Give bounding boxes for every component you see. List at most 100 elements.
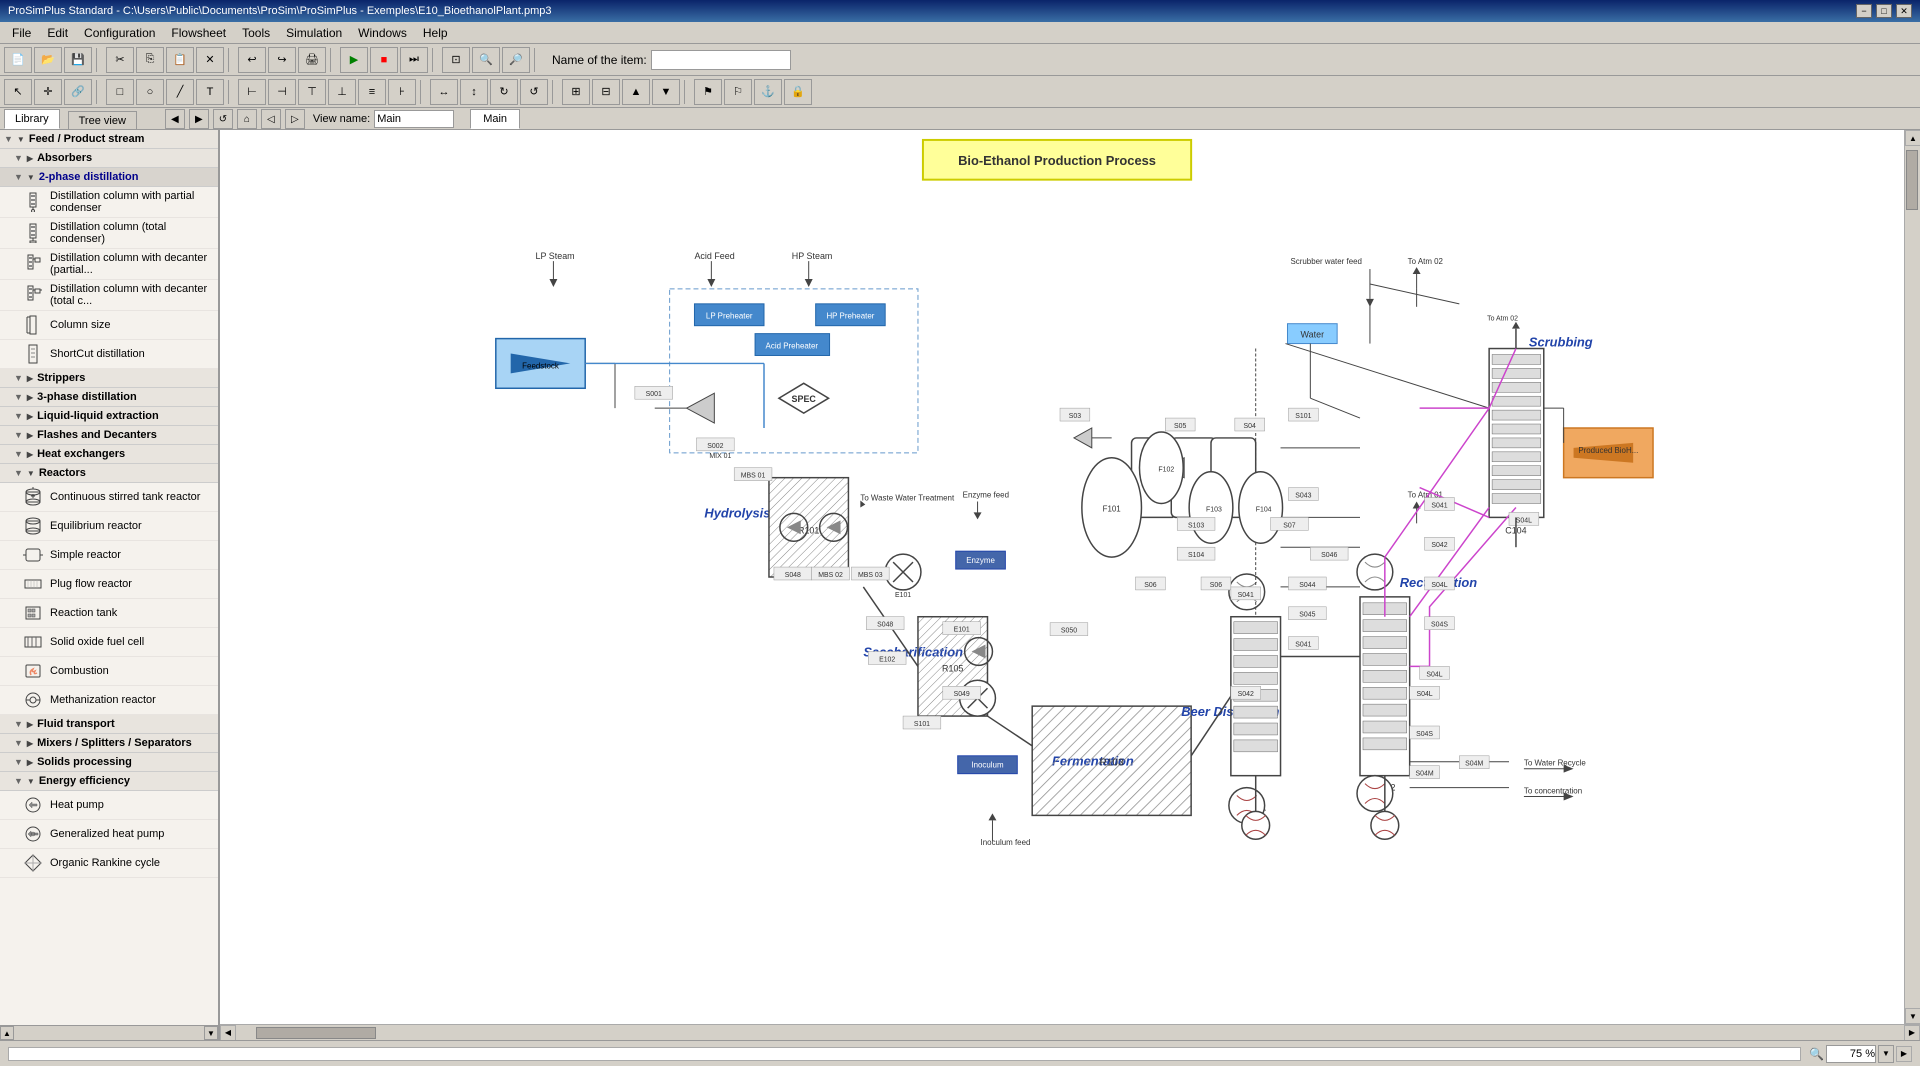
sidebar-scroll-up[interactable]: ▲ — [0, 1026, 14, 1040]
anchor-button[interactable]: ⚓ — [754, 79, 782, 105]
category-fluid-transport[interactable]: ▶ Fluid transport — [0, 715, 218, 734]
zoom-input[interactable]: 75 % — [1826, 1045, 1876, 1063]
category-2phase[interactable]: ▼ 2-phase distillation — [0, 168, 218, 187]
canvas-vscroll[interactable]: ▲ ▼ — [1904, 130, 1920, 1024]
hscroll-thumb[interactable] — [256, 1027, 376, 1039]
nav-back-button[interactable]: ◀ — [165, 109, 185, 129]
stop-button[interactable]: ■ — [370, 47, 398, 73]
menu-help[interactable]: Help — [415, 22, 456, 44]
zoom-dropdown-button[interactable]: ▼ — [1878, 1045, 1894, 1063]
sidebar-content[interactable]: ▼ Feed / Product stream ▶ Absorbers ▼ 2-… — [0, 130, 218, 1025]
menu-windows[interactable]: Windows — [350, 22, 415, 44]
align-mid-button[interactable]: ≡ — [358, 79, 386, 105]
nav-forward-button[interactable]: ▶ — [189, 109, 209, 129]
main-tab[interactable]: Main — [470, 109, 520, 129]
rect-button[interactable]: □ — [106, 79, 134, 105]
vscroll-down-arrow[interactable]: ▼ — [1905, 1008, 1920, 1024]
step-button[interactable]: ⏭ — [400, 47, 428, 73]
menu-flowsheet[interactable]: Flowsheet — [163, 22, 234, 44]
category-reactors[interactable]: ▼ Reactors — [0, 464, 218, 483]
sidebar-item-methanation[interactable]: Methanization reactor — [0, 686, 218, 715]
category-3phase[interactable]: ▶ 3-phase distillation — [0, 388, 218, 407]
align-center-button[interactable]: ⊣ — [268, 79, 296, 105]
category-mixers[interactable]: ▶ Mixers / Splitters / Separators — [0, 734, 218, 753]
back-button[interactable]: ▼ — [652, 79, 680, 105]
rotate-ccw-button[interactable]: ↺ — [520, 79, 548, 105]
sidebar-item-cstr[interactable]: Continuous stirred tank reactor — [0, 483, 218, 512]
category-flashes[interactable]: ▶ Flashes and Decanters — [0, 426, 218, 445]
flip-v-button[interactable]: ↕ — [460, 79, 488, 105]
copy-button[interactable]: ⎘ — [136, 47, 164, 73]
name-item-input[interactable] — [651, 50, 791, 70]
nav-home-button[interactable]: ⌂ — [237, 109, 257, 129]
open-button[interactable]: 📂 — [34, 47, 62, 73]
text-button[interactable]: T — [196, 79, 224, 105]
sidebar-item-dist-decanter-total[interactable]: Distillation column with decanter (total… — [0, 280, 218, 311]
save-button[interactable]: 💾 — [64, 47, 92, 73]
paste-button[interactable]: 📋 — [166, 47, 194, 73]
vscroll-track[interactable] — [1905, 146, 1920, 1008]
category-strippers[interactable]: ▶ Strippers — [0, 369, 218, 388]
group-button[interactable]: ⊞ — [562, 79, 590, 105]
front-button[interactable]: ▲ — [622, 79, 650, 105]
flag2-button[interactable]: ⚐ — [724, 79, 752, 105]
sidebar-item-solid-oxide[interactable]: Solid oxide fuel cell — [0, 628, 218, 657]
menu-configuration[interactable]: Configuration — [76, 22, 163, 44]
hscroll-left-arrow[interactable]: ◀ — [220, 1025, 236, 1041]
undo-button[interactable]: ↩ — [238, 47, 266, 73]
category-solids[interactable]: ▶ Solids processing — [0, 753, 218, 772]
move-button[interactable]: ✛ — [34, 79, 62, 105]
flip-h-button[interactable]: ↔ — [430, 79, 458, 105]
run-button[interactable]: ▶ — [340, 47, 368, 73]
sidebar-item-dist-partial[interactable]: Distillation column with partial condens… — [0, 187, 218, 218]
align-left-button[interactable]: ⊢ — [238, 79, 266, 105]
sidebar-item-plug-flow[interactable]: Plug flow reactor — [0, 570, 218, 599]
nav-next-button[interactable]: ▷ — [285, 109, 305, 129]
restore-button[interactable]: □ — [1876, 4, 1892, 18]
redo-button[interactable]: ↪ — [268, 47, 296, 73]
connect-button[interactable]: 🔗 — [64, 79, 92, 105]
sidebar-item-heat-pump[interactable]: Heat pump — [0, 791, 218, 820]
vscroll-up-arrow[interactable]: ▲ — [1905, 130, 1920, 146]
sidebar-item-organic-rankine[interactable]: Organic Rankine cycle — [0, 849, 218, 878]
cut-button[interactable]: ✂ — [106, 47, 134, 73]
sidebar-item-column-size[interactable]: Column size — [0, 311, 218, 340]
align-right-button[interactable]: ⊤ — [298, 79, 326, 105]
close-button[interactable]: ✕ — [1896, 4, 1912, 18]
category-energy-efficiency[interactable]: ▼ Energy efficiency — [0, 772, 218, 791]
nav-prev-button[interactable]: ◁ — [261, 109, 281, 129]
category-absorbers[interactable]: ▶ Absorbers — [0, 149, 218, 168]
align-bottom-button[interactable]: ⊦ — [388, 79, 416, 105]
view-name-input[interactable] — [374, 110, 454, 128]
menu-file[interactable]: File — [4, 22, 39, 44]
category-heat-exchangers[interactable]: ▶ Heat exchangers — [0, 445, 218, 464]
flag-button[interactable]: ⚑ — [694, 79, 722, 105]
tree-view-tab[interactable]: Tree view — [68, 111, 137, 129]
library-tab[interactable]: Library — [4, 109, 60, 129]
select-button[interactable]: ↖ — [4, 79, 32, 105]
category-liquid-liquid[interactable]: ▶ Liquid-liquid extraction — [0, 407, 218, 426]
vscroll-thumb[interactable] — [1906, 150, 1918, 210]
new-button[interactable]: 📄 — [4, 47, 32, 73]
sidebar-item-dist-decanter-partial[interactable]: Distillation column with decanter (parti… — [0, 249, 218, 280]
hscroll-track[interactable] — [236, 1026, 1904, 1040]
sidebar-item-equilibrium-reactor[interactable]: Equilibrium reactor — [0, 512, 218, 541]
lock-button[interactable]: 🔒 — [784, 79, 812, 105]
sidebar-item-combustion[interactable]: Combustion — [0, 657, 218, 686]
nav-refresh-button[interactable]: ↺ — [213, 109, 233, 129]
circle-button[interactable]: ○ — [136, 79, 164, 105]
sidebar-scroll-down[interactable]: ▼ — [204, 1026, 218, 1040]
scroll-right-btn[interactable]: ▶ — [1896, 1046, 1912, 1062]
menu-tools[interactable]: Tools — [234, 22, 278, 44]
category-feed-product[interactable]: ▼ Feed / Product stream — [0, 130, 218, 149]
zoom-out-button[interactable]: 🔎 — [502, 47, 530, 73]
rotate-cw-button[interactable]: ↻ — [490, 79, 518, 105]
sidebar-item-generalized-heat-pump[interactable]: Generalized heat pump — [0, 820, 218, 849]
canvas-area[interactable]: Bio-Ethanol Production Process LP Steam … — [220, 130, 1904, 1024]
sidebar-item-simple-reactor[interactable]: Simple reactor — [0, 541, 218, 570]
print-button[interactable]: 🖨 — [298, 47, 326, 73]
hscroll-right-arrow[interactable]: ▶ — [1904, 1025, 1920, 1041]
delete-button[interactable]: ✕ — [196, 47, 224, 73]
minimize-button[interactable]: − — [1856, 4, 1872, 18]
canvas-hscroll[interactable]: ◀ ▶ — [220, 1024, 1920, 1040]
